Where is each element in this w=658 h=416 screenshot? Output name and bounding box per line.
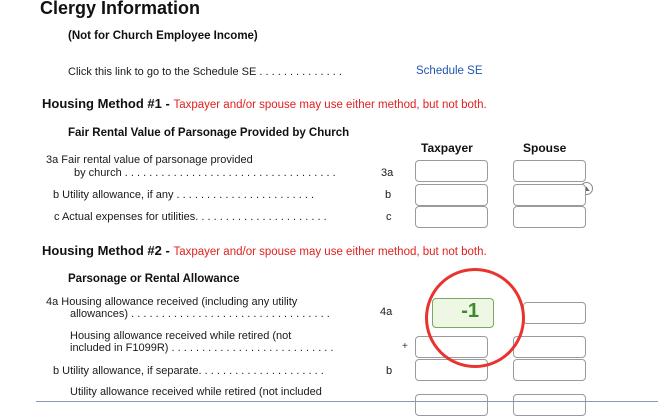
row-retired-housing-marker: +	[402, 341, 408, 352]
spouse-4b-input[interactable]	[513, 359, 586, 381]
row-3a-code: 3a	[381, 167, 394, 179]
spouse-4a-input[interactable]	[523, 302, 586, 324]
housing-method-1-title: Housing Method #1 -	[42, 96, 174, 111]
parsonage-section-title: Parsonage or Rental Allowance	[68, 273, 240, 285]
spouse-3a-input[interactable]	[513, 160, 586, 182]
fair-rental-section-title: Fair Rental Value of Parsonage Provided …	[68, 127, 350, 139]
housing-method-2-note: Taxpayer and/or spouse may use either me…	[173, 246, 487, 258]
taxpayer-3b-input[interactable]	[415, 184, 488, 206]
page-title: Clergy Information	[40, 0, 201, 18]
schedule-se-link[interactable]: Schedule SE	[416, 65, 483, 77]
row-3c-label: c Actual expenses for utilities. . . . .…	[54, 211, 327, 223]
taxpayer-column-header: Taxpayer	[421, 141, 473, 155]
spouse-3b-input[interactable]	[513, 184, 586, 206]
taxpayer-retired-housing-input[interactable]	[415, 336, 488, 358]
spouse-retired-utility-input[interactable]	[513, 394, 586, 416]
header-note: (Not for Church Employee Income)	[68, 30, 258, 42]
row-4b-label: b Utility allowance, if separate. . . . …	[53, 365, 324, 377]
row-4a-label-cont: allowances) . . . . . . . . . . . . . . …	[70, 308, 330, 320]
spouse-retired-housing-input[interactable]	[513, 336, 586, 358]
taxpayer-retired-utility-input[interactable]	[415, 394, 488, 416]
row-3c-code: c	[386, 211, 392, 223]
spouse-3c-input[interactable]	[513, 206, 586, 228]
row-3b-label: b Utility allowance, if any . . . . . . …	[53, 189, 315, 201]
row-retired-utility-label: Utility allowance received while retired…	[70, 386, 322, 398]
taxpayer-3c-input[interactable]	[415, 206, 488, 228]
row-3a-label: 3a Fair rental value of parsonage provid…	[46, 154, 253, 166]
housing-method-1-heading: Housing Method #1 - Taxpayer and/or spou…	[42, 96, 487, 111]
housing-method-2-title: Housing Method #2 -	[42, 243, 174, 258]
row-retired-housing-label-cont: included in F1099R) . . . . . . . . . . …	[70, 342, 334, 354]
housing-method-1-note: Taxpayer and/or spouse may use either me…	[173, 99, 487, 111]
housing-method-2-heading: Housing Method #2 - Taxpayer and/or spou…	[42, 243, 487, 258]
spouse-column-header: Spouse	[523, 141, 567, 155]
taxpayer-4a-calculated-value[interactable]: -1	[432, 298, 494, 328]
bottom-divider	[36, 401, 658, 402]
taxpayer-4b-input[interactable]	[415, 359, 488, 381]
row-3a-label-cont: by church . . . . . . . . . . . . . . . …	[74, 167, 336, 179]
schedule-se-prompt: Click this link to go to the Schedule SE…	[68, 66, 342, 78]
row-3b-code: b	[385, 189, 392, 201]
row-4b-code: b	[386, 365, 393, 377]
taxpayer-3a-input[interactable]	[415, 160, 488, 182]
row-4a-code: 4a	[380, 306, 393, 318]
